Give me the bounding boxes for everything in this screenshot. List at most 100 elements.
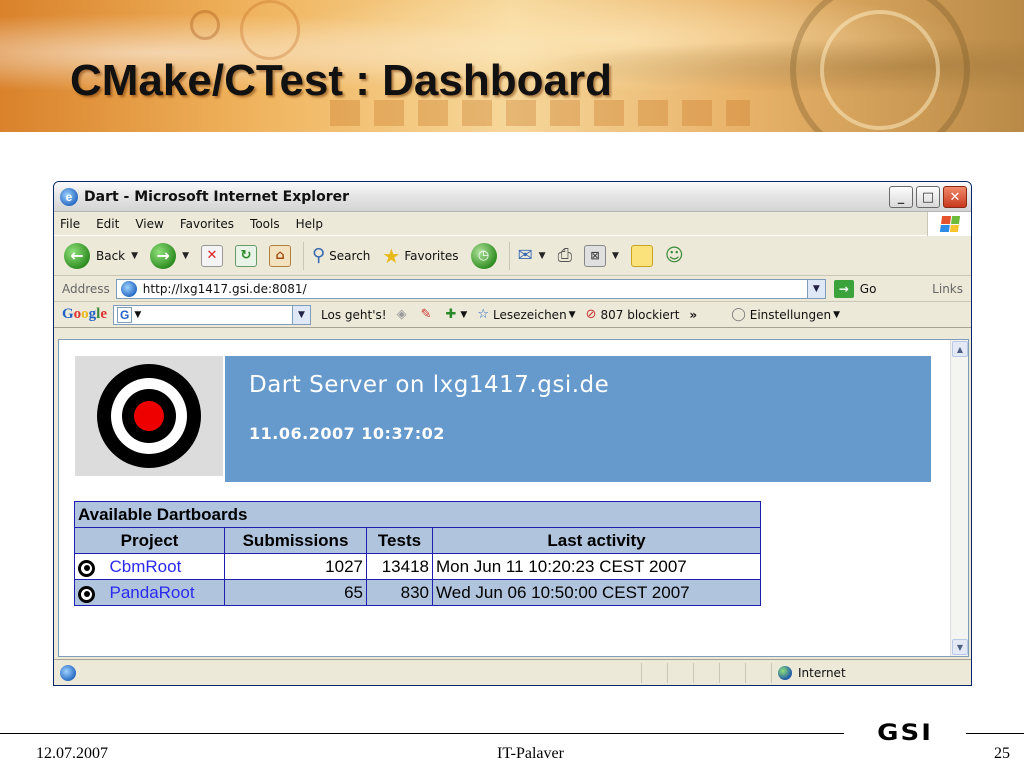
tests-cell: 830 <box>366 579 433 606</box>
zone-label: Internet <box>798 665 846 680</box>
menu-help[interactable]: Help <box>296 217 323 231</box>
history-button[interactable]: ◷ <box>470 242 497 269</box>
menu-tools[interactable]: Tools <box>250 217 280 231</box>
banner-decoration <box>190 10 220 40</box>
refresh-button[interactable]: ↻ <box>234 244 257 267</box>
messenger-icon: ☺ <box>664 245 684 266</box>
mail-button[interactable]: ✉ ▼ <box>518 245 546 266</box>
settings-icon: ◯ <box>731 307 746 322</box>
scroll-up-button[interactable]: ▲ <box>952 341 968 357</box>
toolbar-separator <box>508 241 510 270</box>
more-button[interactable]: » <box>689 308 697 322</box>
maximize-button[interactable]: □ <box>916 186 940 208</box>
dartboards-table: Available Dartboards Project Submissions… <box>74 501 761 606</box>
project-cell: PandaRoot <box>106 579 225 606</box>
close-button[interactable]: ✕ <box>943 186 967 208</box>
settings-button[interactable]: ◯ Einstellungen ▼ <box>731 307 840 322</box>
chevron-down-icon[interactable]: ▼ <box>612 251 619 261</box>
window-titlebar[interactable]: e Dart - Microsoft Internet Explorer _ □… <box>54 182 971 212</box>
chevron-down-icon[interactable]: ▼ <box>134 310 141 320</box>
chevron-down-icon[interactable]: ▼ <box>182 251 189 261</box>
gsi-logo: GSI <box>844 718 966 748</box>
scroll-down-button[interactable]: ▼ <box>952 639 968 655</box>
server-timestamp: 11.06.2007 10:37:02 <box>249 424 445 443</box>
project-cell: CbmRoot <box>106 553 225 580</box>
chevron-down-icon[interactable]: ▼ <box>460 310 467 320</box>
google-extras-button[interactable]: ✚ ▼ <box>445 307 467 322</box>
page-number: 25 <box>994 745 1010 762</box>
footer-date: 12.07.2007 <box>36 745 108 762</box>
edit-icon: ⊠ <box>583 244 606 267</box>
go-arrow-icon: → <box>833 279 854 298</box>
go-button[interactable]: → Go <box>833 279 876 298</box>
favorites-button[interactable]: ★ Favorites <box>382 244 458 268</box>
stop-button[interactable]: ✕ <box>200 244 223 267</box>
menu-edit[interactable]: Edit <box>96 217 119 231</box>
stop-icon: ✕ <box>200 244 223 267</box>
toolbar-separator <box>302 241 304 270</box>
back-arrow-icon: ← <box>64 242 90 269</box>
print-icon: ⎙ <box>557 245 572 266</box>
chevron-down-icon[interactable]: ▼ <box>131 251 138 261</box>
menu-view[interactable]: View <box>135 217 163 231</box>
search-icon: ⚲ <box>311 245 326 266</box>
status-pane <box>719 662 745 683</box>
browser-window: e Dart - Microsoft Internet Explorer _ □… <box>53 181 972 686</box>
forward-arrow-icon: → <box>150 242 177 269</box>
banner-decoration <box>820 10 940 130</box>
notes-button[interactable] <box>630 244 653 267</box>
slide-banner: CMake/CTest : Dashboard <box>0 0 1024 132</box>
address-input[interactable]: http://lxg1417.gsi.de:8081/ ▼ <box>115 278 826 299</box>
google-g-button[interactable]: G <box>117 306 133 323</box>
last-activity-cell: Mon Jun 11 10:20:23 CEST 2007 <box>432 553 761 580</box>
server-info-panel: Dart Server on lxg1417.gsi.de 11.06.2007… <box>225 356 931 482</box>
google-news-button[interactable]: ✎ <box>421 307 436 322</box>
messenger-button[interactable]: ☺ <box>665 245 684 266</box>
minimize-button[interactable]: _ <box>889 186 913 208</box>
google-logo[interactable]: Google <box>62 306 107 323</box>
column-header-submissions: Submissions <box>224 527 367 554</box>
column-header-last-activity: Last activity <box>432 527 761 554</box>
row-icon-cell <box>74 553 107 580</box>
google-search-input[interactable]: G ▼ ▼ <box>113 304 312 325</box>
dart-logo <box>75 356 223 476</box>
home-button[interactable]: ⌂ <box>268 244 291 267</box>
links-button[interactable]: Links <box>932 282 963 296</box>
banner-decoration <box>240 0 300 60</box>
menu-favorites[interactable]: Favorites <box>180 217 234 231</box>
popup-blocker-button[interactable]: ⊘ 807 blockiert <box>586 307 680 322</box>
project-link[interactable]: PandaRoot <box>110 583 195 602</box>
home-icon: ⌂ <box>268 244 291 267</box>
search-button[interactable]: ⚲ Search <box>312 245 370 266</box>
google-search-button[interactable]: Los geht's! <box>321 308 387 322</box>
bookmarks-button[interactable]: ☆ Lesezeichen ▼ <box>477 307 575 322</box>
chevron-down-icon[interactable]: ▼ <box>806 279 825 298</box>
standard-toolbar: ← Back ▼ → ▼ ✕ ↻ ⌂ ⚲ Search ★ Favorites … <box>54 236 971 276</box>
page-viewport: Dart Server on lxg1417.gsi.de 11.06.2007… <box>58 339 969 657</box>
more-label: » <box>689 307 698 322</box>
forward-button[interactable]: → ▼ <box>150 242 189 269</box>
google-nav-button[interactable]: ◈ <box>397 307 411 322</box>
status-bar: Internet <box>54 659 971 685</box>
project-link[interactable]: CbmRoot <box>110 557 182 576</box>
status-pane <box>667 662 693 683</box>
bookmarks-label: Lesezeichen <box>492 307 567 322</box>
last-activity-cell: Wed Jun 06 10:50:00 CEST 2007 <box>432 579 761 606</box>
chevron-down-icon[interactable]: ▼ <box>539 251 546 261</box>
bullseye-icon <box>97 364 201 468</box>
history-icon: ◷ <box>470 242 497 269</box>
window-controls: _ □ ✕ <box>889 186 967 208</box>
security-zone: Internet <box>771 662 971 683</box>
vertical-scrollbar[interactable]: ▲ ▼ <box>950 340 968 656</box>
print-button[interactable]: ⎙ <box>558 245 572 266</box>
chevron-down-icon[interactable]: ▼ <box>292 305 311 324</box>
back-button[interactable]: ← Back ▼ <box>64 242 138 269</box>
favorites-star-icon: ★ <box>382 243 401 268</box>
edit-button[interactable]: ⊠ ▼ <box>583 244 619 267</box>
los-label: Los geht's! <box>321 307 387 322</box>
menu-file[interactable]: File <box>60 217 80 231</box>
windows-logo-icon <box>927 212 971 236</box>
back-label: Back <box>96 248 126 263</box>
slide-title: CMake/CTest : Dashboard <box>70 56 612 105</box>
refresh-icon: ↻ <box>234 244 257 267</box>
